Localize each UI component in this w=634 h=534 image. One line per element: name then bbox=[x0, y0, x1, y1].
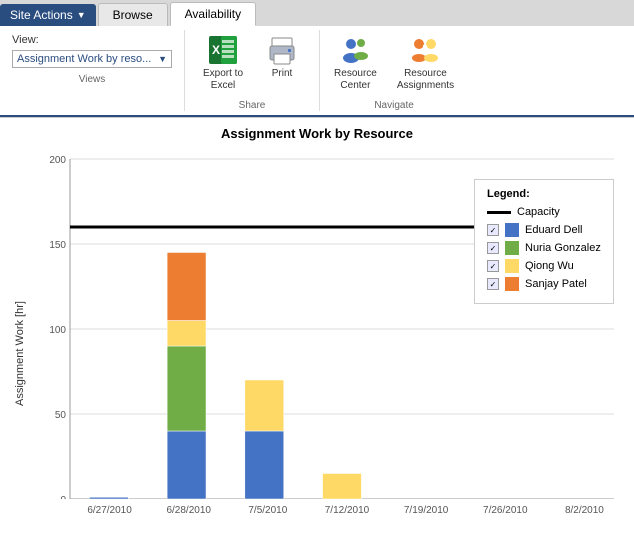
views-group-label: Views bbox=[12, 74, 172, 85]
x-tick: 6/27/2010 bbox=[70, 501, 149, 529]
print-button[interactable]: Print bbox=[257, 30, 307, 84]
site-actions-label: Site Actions bbox=[10, 8, 73, 22]
legend-checkbox[interactable]: ✓ bbox=[487, 278, 499, 290]
svg-text:100: 100 bbox=[49, 325, 66, 336]
view-label: View: bbox=[12, 34, 172, 46]
x-tick: 7/26/2010 bbox=[466, 501, 545, 529]
legend-checkbox[interactable]: ✓ bbox=[487, 224, 499, 236]
resource-assignments-label: ResourceAssignments bbox=[397, 68, 454, 92]
legend-checkbox[interactable]: ✓ bbox=[487, 260, 499, 272]
navigate-items: ResourceCenter ResourceAssignments bbox=[328, 30, 460, 96]
legend-capacity-label: Capacity bbox=[517, 206, 560, 218]
view-section: View: Assignment Work by reso... ▼ Views bbox=[8, 30, 185, 111]
share-group: X Export toExcel bbox=[185, 30, 320, 111]
legend-item-label: Sanjay Patel bbox=[525, 278, 587, 290]
legend-item: ✓ Nuria Gonzalez bbox=[487, 241, 601, 255]
x-tick: 8/2/2010 bbox=[545, 501, 624, 529]
share-group-label: Share bbox=[239, 100, 266, 111]
legend-title: Legend: bbox=[487, 188, 601, 200]
legend-color-swatch bbox=[505, 277, 519, 291]
legend-item: ✓ Qiong Wu bbox=[487, 259, 601, 273]
resource-assignments-icon bbox=[409, 34, 441, 66]
legend-item-label: Qiong Wu bbox=[525, 260, 574, 272]
site-actions-arrow: ▼ bbox=[77, 10, 86, 20]
x-tick: 6/28/2010 bbox=[149, 501, 228, 529]
export-excel-icon: X bbox=[207, 34, 239, 66]
resource-center-button[interactable]: ResourceCenter bbox=[328, 30, 383, 96]
tab-availability[interactable]: Availability bbox=[170, 2, 256, 26]
ribbon-content: View: Assignment Work by reso... ▼ Views… bbox=[0, 26, 634, 117]
legend-color-swatch bbox=[505, 259, 519, 273]
svg-text:150: 150 bbox=[49, 240, 66, 251]
x-tick: 7/12/2010 bbox=[307, 501, 386, 529]
legend-item-label: Eduard Dell bbox=[525, 224, 582, 236]
resource-assignments-button[interactable]: ResourceAssignments bbox=[391, 30, 460, 96]
navigate-group-label: Navigate bbox=[374, 100, 413, 111]
chart-title: Assignment Work by Resource bbox=[10, 126, 624, 141]
x-axis: 6/27/20106/28/20107/5/20107/12/20107/19/… bbox=[70, 501, 624, 529]
svg-text:0: 0 bbox=[60, 495, 66, 499]
legend-checkbox[interactable]: ✓ bbox=[487, 242, 499, 254]
x-tick: 7/19/2010 bbox=[387, 501, 466, 529]
legend-items: ✓ Eduard Dell ✓ Nuria Gonzalez ✓ Qiong W… bbox=[487, 223, 601, 291]
navigate-group: ResourceCenter ResourceAssignments bbox=[320, 30, 468, 111]
view-select[interactable]: Assignment Work by reso... ▼ bbox=[12, 50, 172, 68]
legend-capacity-line bbox=[487, 211, 511, 214]
view-dropdown-arrow: ▼ bbox=[158, 54, 167, 64]
share-group-items: X Export toExcel bbox=[197, 30, 307, 96]
legend-item-label: Nuria Gonzalez bbox=[525, 242, 601, 254]
svg-text:X: X bbox=[212, 43, 220, 57]
tab-bar: Site Actions ▼ Browse Availability bbox=[0, 0, 634, 26]
x-tick: 7/5/2010 bbox=[228, 501, 307, 529]
print-label: Print bbox=[272, 68, 293, 80]
tab-site-actions[interactable]: Site Actions ▼ bbox=[0, 4, 96, 26]
tab-browse[interactable]: Browse bbox=[98, 3, 168, 26]
legend-item: ✓ Sanjay Patel bbox=[487, 277, 601, 291]
print-icon bbox=[266, 34, 298, 66]
legend-color-swatch bbox=[505, 223, 519, 237]
legend-color-swatch bbox=[505, 241, 519, 255]
svg-text:200: 200 bbox=[49, 155, 66, 166]
legend-capacity: Capacity bbox=[487, 206, 601, 218]
svg-text:50: 50 bbox=[55, 410, 67, 421]
ribbon: View: Assignment Work by reso... ▼ Views… bbox=[0, 26, 634, 118]
export-excel-button[interactable]: X Export toExcel bbox=[197, 30, 249, 96]
legend-item: ✓ Eduard Dell bbox=[487, 223, 601, 237]
resource-center-icon bbox=[339, 34, 371, 66]
y-axis-label: Assignment Work [hr] bbox=[10, 149, 30, 529]
export-excel-label: Export toExcel bbox=[203, 68, 243, 92]
view-value: Assignment Work by reso... bbox=[17, 53, 151, 65]
legend: Legend: Capacity ✓ Eduard Dell ✓ Nuria G… bbox=[474, 179, 614, 304]
resource-center-label: ResourceCenter bbox=[334, 68, 377, 92]
chart-section: Assignment Work by Resource Assignment W… bbox=[0, 118, 634, 533]
chart-area: Assignment Work [hr] 0 50 100 150 200 6/27/2… bbox=[10, 149, 624, 529]
